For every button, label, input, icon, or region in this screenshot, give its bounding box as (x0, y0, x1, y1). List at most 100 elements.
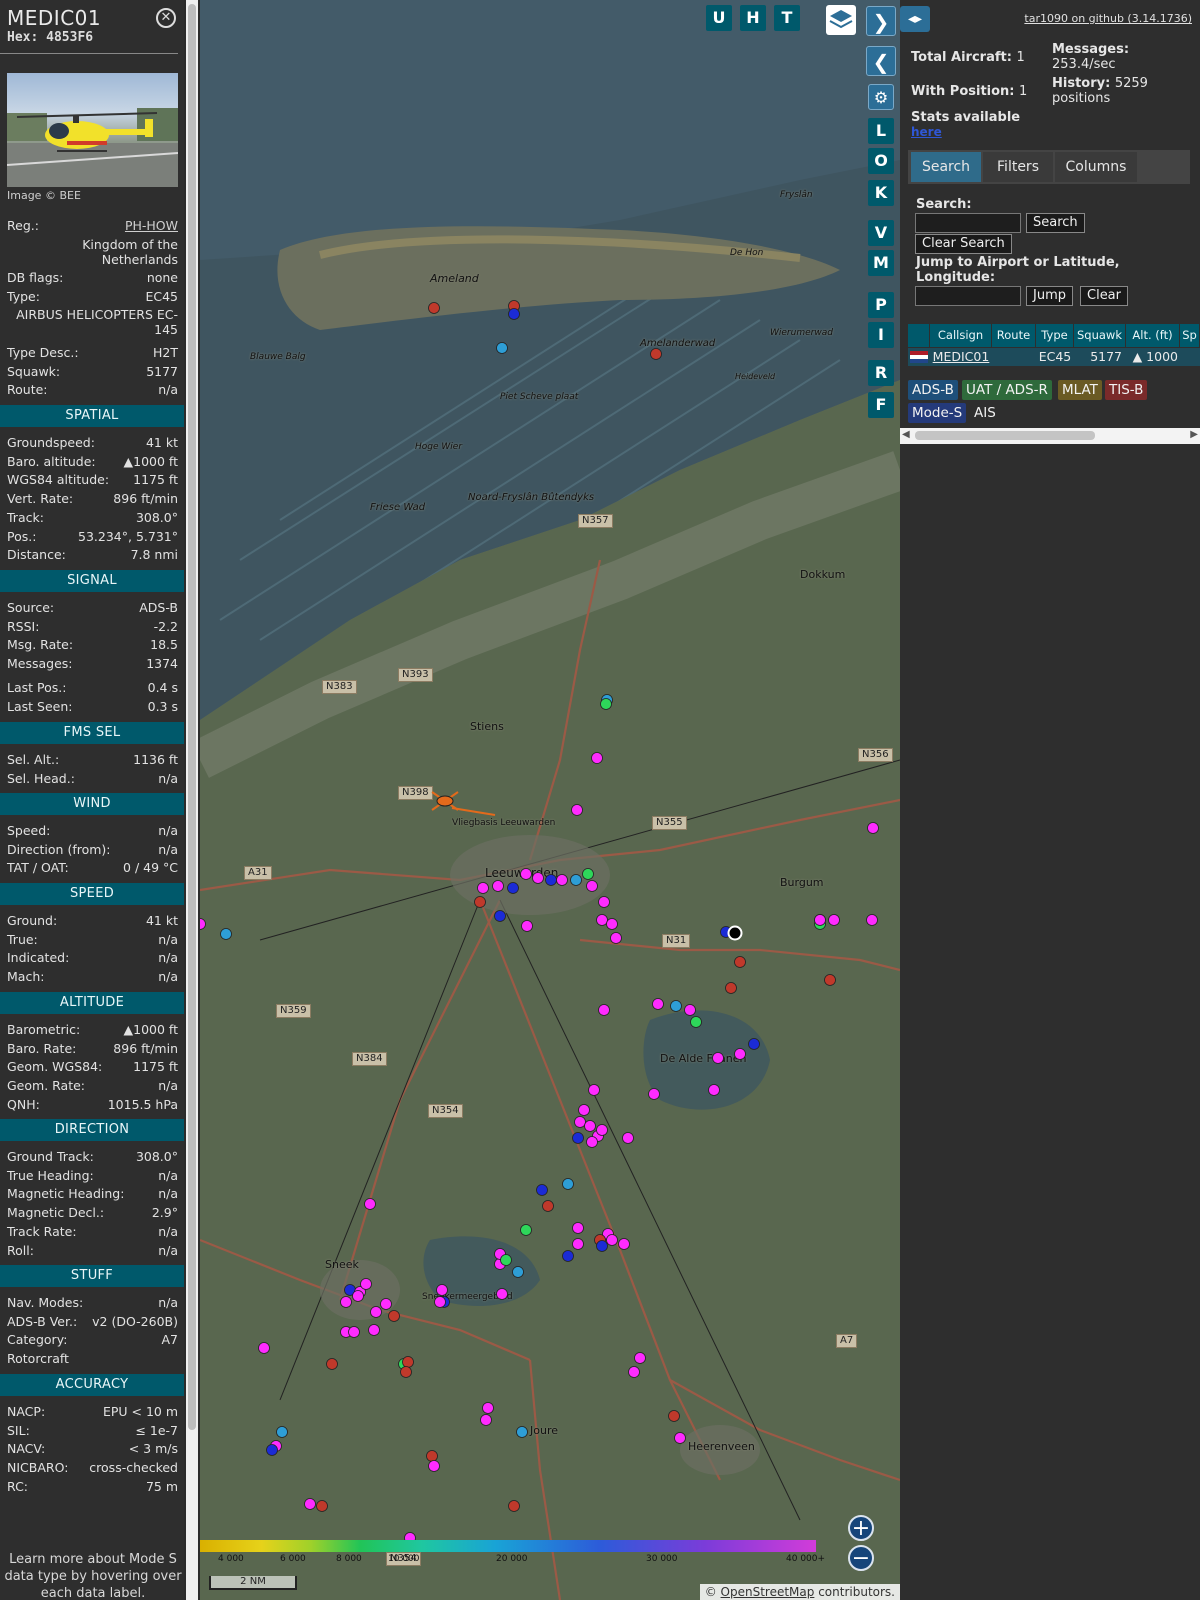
close-icon[interactable]: ✕ (156, 8, 176, 28)
hscroll-thumb[interactable] (915, 431, 1095, 440)
aircraft-marker[interactable] (507, 882, 519, 894)
col-flag[interactable] (908, 324, 930, 347)
aircraft-marker[interactable] (434, 1296, 446, 1308)
aircraft-marker[interactable] (400, 1366, 412, 1378)
source-badge-uat-ads-r[interactable]: UAT / ADS-R (962, 380, 1052, 400)
collapse-sidebar-button[interactable]: ❮ (866, 46, 896, 76)
aircraft-marker[interactable] (380, 1298, 392, 1310)
stats-link[interactable]: here (911, 125, 942, 139)
aircraft-marker[interactable] (866, 914, 878, 926)
aircraft-marker[interactable] (521, 920, 533, 932)
aircraft-marker[interactable] (618, 1238, 630, 1250)
scroll-left-icon[interactable]: ◀ (902, 429, 910, 440)
aircraft-marker[interactable] (562, 1250, 574, 1262)
aircraft-marker[interactable] (584, 1120, 596, 1132)
aircraft-marker[interactable] (496, 342, 508, 354)
settings-button[interactable]: ⚙ (868, 84, 894, 110)
aircraft-marker[interactable] (748, 1038, 760, 1050)
col-squawk[interactable]: Squawk (1074, 324, 1126, 347)
tab-filters[interactable]: Filters (983, 152, 1053, 182)
jump-input[interactable] (915, 286, 1021, 306)
aircraft-marker[interactable] (500, 1254, 512, 1266)
expand-sidebar-button[interactable]: ❯ (866, 6, 896, 36)
aircraft-photo[interactable] (7, 73, 178, 187)
aircraft-marker[interactable] (480, 1414, 492, 1426)
layers-button[interactable] (826, 5, 856, 35)
toolbar-button-t[interactable]: T (774, 5, 800, 31)
search-button[interactable]: Search (1026, 213, 1085, 233)
aircraft-marker[interactable] (596, 1124, 608, 1136)
aircraft-marker[interactable] (266, 1444, 278, 1456)
source-badge-mlat[interactable]: MLAT (1058, 380, 1102, 400)
aircraft-marker[interactable] (712, 1052, 724, 1064)
aircraft-marker[interactable] (370, 1306, 382, 1318)
aircraft-marker[interactable] (426, 1450, 438, 1462)
aircraft-marker[interactable] (512, 1266, 524, 1278)
info-panel-scrollbar[interactable] (186, 0, 198, 1600)
aircraft-marker[interactable] (596, 1240, 608, 1252)
aircraft-marker[interactable] (606, 1234, 618, 1246)
aircraft-marker[interactable] (586, 880, 598, 892)
detail-value[interactable]: PH-HOW (125, 218, 178, 233)
side-button-r[interactable]: R (868, 360, 894, 386)
aircraft-marker[interactable] (276, 1426, 288, 1438)
row-callsign[interactable]: MEDIC01 (930, 348, 992, 366)
aircraft-marker[interactable] (668, 1410, 680, 1422)
aircraft-marker[interactable] (588, 1084, 600, 1096)
toolbar-button-u[interactable]: U (706, 5, 732, 31)
scroll-right-icon[interactable]: ▶ (1190, 429, 1198, 440)
aircraft-marker[interactable] (606, 918, 618, 930)
aircraft-marker[interactable] (824, 974, 836, 986)
aircraft-marker[interactable] (684, 1004, 696, 1016)
zoom-out-button[interactable]: − (848, 1545, 874, 1571)
source-badge-ads-b[interactable]: ADS-B (908, 380, 958, 400)
aircraft-marker[interactable] (725, 982, 737, 994)
col-speed[interactable]: Sp (1180, 324, 1200, 347)
aircraft-marker[interactable] (572, 1222, 584, 1234)
aircraft-marker[interactable] (368, 1324, 380, 1336)
aircraft-marker[interactable] (572, 1132, 584, 1144)
tab-search[interactable]: Search (911, 152, 981, 182)
side-button-i[interactable]: I (868, 322, 894, 348)
aircraft-marker[interactable] (734, 956, 746, 968)
aircraft-marker[interactable] (578, 1104, 590, 1116)
aircraft-marker[interactable] (496, 1288, 508, 1300)
aircraft-marker[interactable] (622, 1132, 634, 1144)
source-badge-ais[interactable]: AIS (970, 403, 1000, 423)
aircraft-marker[interactable] (628, 1366, 640, 1378)
aircraft-marker[interactable] (556, 874, 568, 886)
aircraft-marker[interactable] (360, 1278, 372, 1290)
aircraft-marker[interactable] (520, 1224, 532, 1236)
aircraft-marker[interactable] (814, 914, 826, 926)
aircraft-marker[interactable] (650, 348, 662, 360)
aircraft-marker[interactable] (436, 1284, 448, 1296)
aircraft-marker[interactable] (220, 928, 232, 940)
aircraft-marker[interactable] (582, 868, 594, 880)
aircraft-marker[interactable] (734, 1048, 746, 1060)
toolbar-button-h[interactable]: H (740, 5, 766, 31)
aircraft-marker[interactable] (494, 910, 506, 922)
aircraft-marker[interactable] (477, 882, 489, 894)
map[interactable]: Ameland Amelanderwad Wierumerwad Blauwe Bal… (200, 0, 900, 1600)
aircraft-marker[interactable] (670, 1000, 682, 1012)
aircraft-marker[interactable] (352, 1290, 364, 1302)
aircraft-marker[interactable] (388, 1310, 400, 1322)
github-link[interactable]: tar1090 on github (3.14.1736) (1024, 12, 1192, 25)
scrollbar-thumb[interactable] (188, 4, 196, 1430)
aircraft-marker[interactable] (572, 1238, 584, 1250)
aircraft-marker[interactable] (326, 1358, 338, 1370)
aircraft-marker[interactable] (648, 1088, 660, 1100)
jump-button[interactable]: Jump (1026, 286, 1073, 306)
aircraft-marker[interactable] (520, 868, 532, 880)
clear-search-button[interactable]: Clear Search (915, 234, 1012, 254)
aircraft-marker[interactable] (200, 918, 206, 930)
side-button-p[interactable]: P (868, 292, 894, 318)
osm-link[interactable]: OpenStreetMap (721, 1585, 815, 1599)
aircraft-marker[interactable] (364, 1198, 376, 1210)
aircraft-marker[interactable] (402, 1356, 414, 1368)
side-button-v[interactable]: V (868, 220, 894, 246)
tab-columns[interactable]: Columns (1055, 152, 1137, 182)
aircraft-marker[interactable] (428, 302, 440, 314)
side-button-k[interactable]: K (868, 180, 894, 206)
aircraft-marker[interactable] (586, 1136, 598, 1148)
